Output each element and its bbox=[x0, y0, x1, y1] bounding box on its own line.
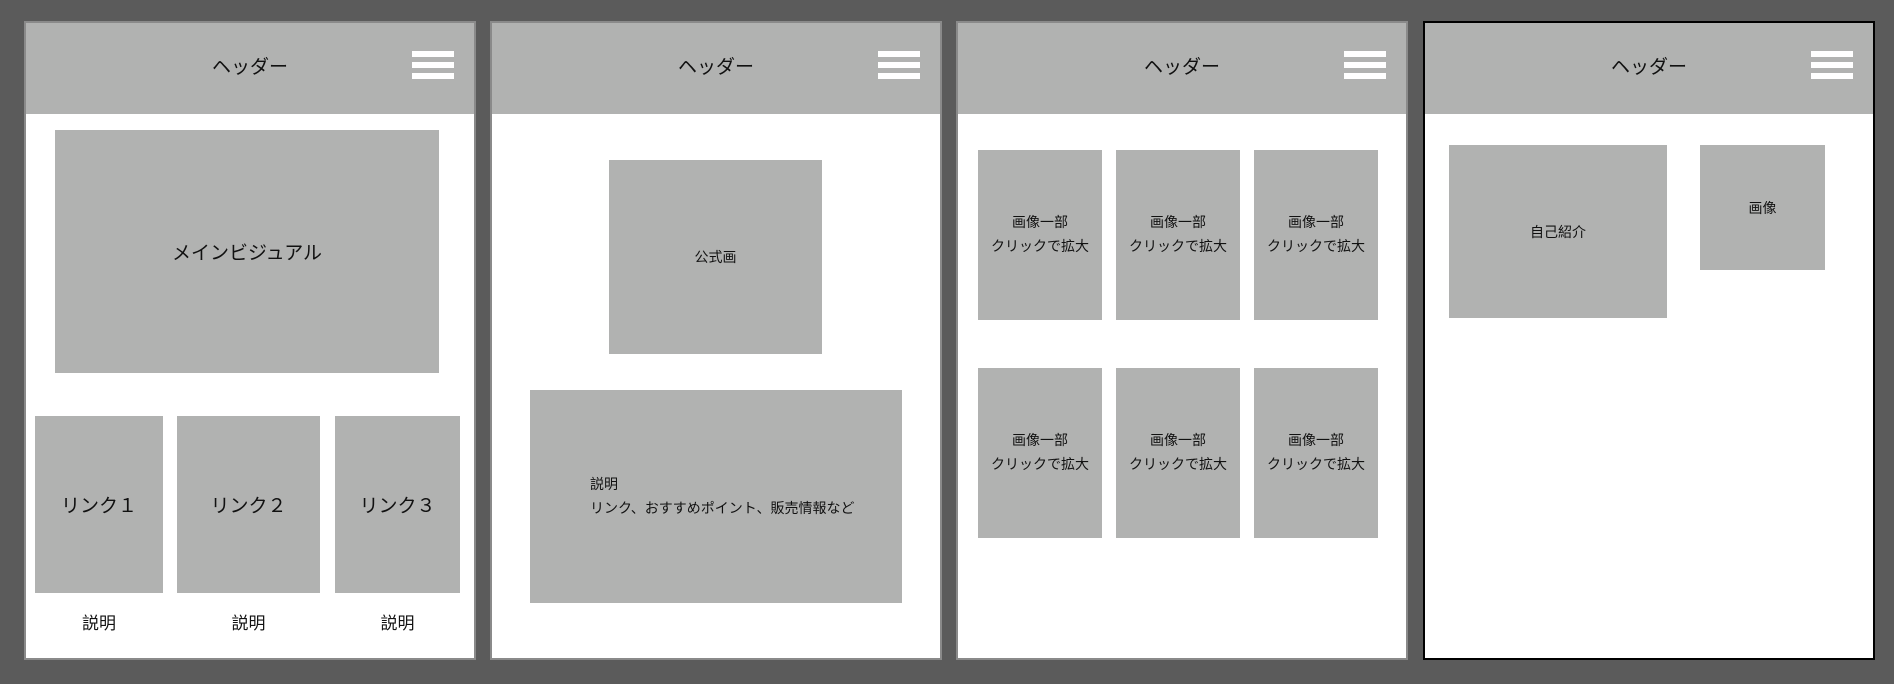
header-bar: ヘッダー bbox=[958, 23, 1406, 114]
official-image-label: 公式画 bbox=[694, 250, 737, 266]
gallery-thumbnail[interactable]: 画像一部クリックで拡大 bbox=[1116, 150, 1240, 320]
link-card-3[interactable]: リンク３ bbox=[335, 416, 460, 593]
thumbnail-hint: クリックで拡大 bbox=[991, 239, 1089, 255]
gallery-thumbnail[interactable]: 画像一部クリックで拡大 bbox=[1254, 368, 1378, 538]
description-text: リンク、おすすめポイント、販売情報など bbox=[590, 500, 855, 517]
self-introduction-box: 自己紹介 bbox=[1449, 145, 1667, 318]
self-introduction-label: 自己紹介 bbox=[1530, 224, 1586, 241]
profile-image-label: 画像 bbox=[1748, 200, 1777, 217]
gallery-thumbnail[interactable]: 画像一部クリックで拡大 bbox=[1254, 150, 1378, 320]
thumbnail-label: 画像一部 bbox=[1150, 433, 1206, 449]
main-visual-label: メインビジュアル bbox=[171, 242, 323, 264]
header-title: ヘッダー bbox=[1610, 55, 1687, 78]
header-title: ヘッダー bbox=[677, 55, 754, 78]
hamburger-menu-icon[interactable] bbox=[1811, 51, 1853, 79]
link-caption-2: 説明 bbox=[231, 614, 266, 634]
header-bar: ヘッダー bbox=[492, 23, 940, 114]
link-card-1[interactable]: リンク１ bbox=[35, 416, 163, 593]
gallery-thumbnail[interactable]: 画像一部クリックで拡大 bbox=[1116, 368, 1240, 538]
wireframe-detail-page: ヘッダー 公式画 説明 リンク、おすすめポイント、販売情報など bbox=[490, 21, 942, 660]
wireframe-profile-page: ヘッダー 自己紹介 画像 bbox=[1423, 21, 1875, 660]
hamburger-menu-icon[interactable] bbox=[412, 51, 454, 79]
link-card-2[interactable]: リンク２ bbox=[177, 416, 320, 593]
link-caption-3: 説明 bbox=[380, 614, 415, 634]
hamburger-menu-icon[interactable] bbox=[1344, 51, 1386, 79]
thumbnail-hint: クリックで拡大 bbox=[1129, 457, 1227, 473]
wireframe-gallery-page: ヘッダー 画像一部 クリックで拡大 画像一部 クリックで拡大 画像一部 クリックで拡大… bbox=[956, 21, 1408, 660]
header-bar: ヘッダー bbox=[26, 23, 474, 114]
link-caption-1: 説明 bbox=[82, 614, 116, 634]
header-title: ヘッダー bbox=[1143, 55, 1220, 78]
thumbnail-hint: クリックで拡大 bbox=[1129, 239, 1227, 255]
description-box: 説明 リンク、おすすめポイント、販売情報など bbox=[530, 390, 902, 603]
thumbnail-hint: クリックで拡大 bbox=[1267, 457, 1365, 473]
thumbnail-label: 画像一部 bbox=[1012, 215, 1068, 231]
description-heading: 説明 bbox=[590, 476, 618, 493]
thumbnail-label: 画像一部 bbox=[1288, 433, 1344, 449]
profile-image: 画像 bbox=[1700, 145, 1825, 270]
header-title: ヘッダー bbox=[211, 55, 288, 78]
main-visual[interactable]: メインビジュアル bbox=[55, 130, 439, 373]
link-card-label: リンク２ bbox=[210, 495, 287, 517]
thumbnail-hint: クリックで拡大 bbox=[1267, 239, 1365, 255]
thumbnail-label: 画像一部 bbox=[1150, 215, 1206, 231]
wireframe-top-page: ヘッダー メインビジュアル リンク１ リンク２ リンク３ 説明 説明 説明 bbox=[24, 21, 476, 660]
hamburger-menu-icon[interactable] bbox=[878, 51, 920, 79]
gallery-thumbnail[interactable]: 画像一部クリックで拡大 bbox=[978, 150, 1102, 320]
header-bar: ヘッダー bbox=[1425, 23, 1873, 114]
link-card-label: リンク１ bbox=[60, 495, 137, 517]
link-card-label: リンク３ bbox=[359, 495, 436, 517]
thumbnail-label: 画像一部 bbox=[1288, 215, 1344, 231]
thumbnail-hint: クリックで拡大 bbox=[991, 457, 1089, 473]
thumbnail-label: 画像一部 bbox=[1012, 433, 1068, 449]
official-image[interactable]: 公式画 bbox=[609, 160, 822, 354]
gallery-thumbnail[interactable]: 画像一部クリックで拡大 bbox=[978, 368, 1102, 538]
